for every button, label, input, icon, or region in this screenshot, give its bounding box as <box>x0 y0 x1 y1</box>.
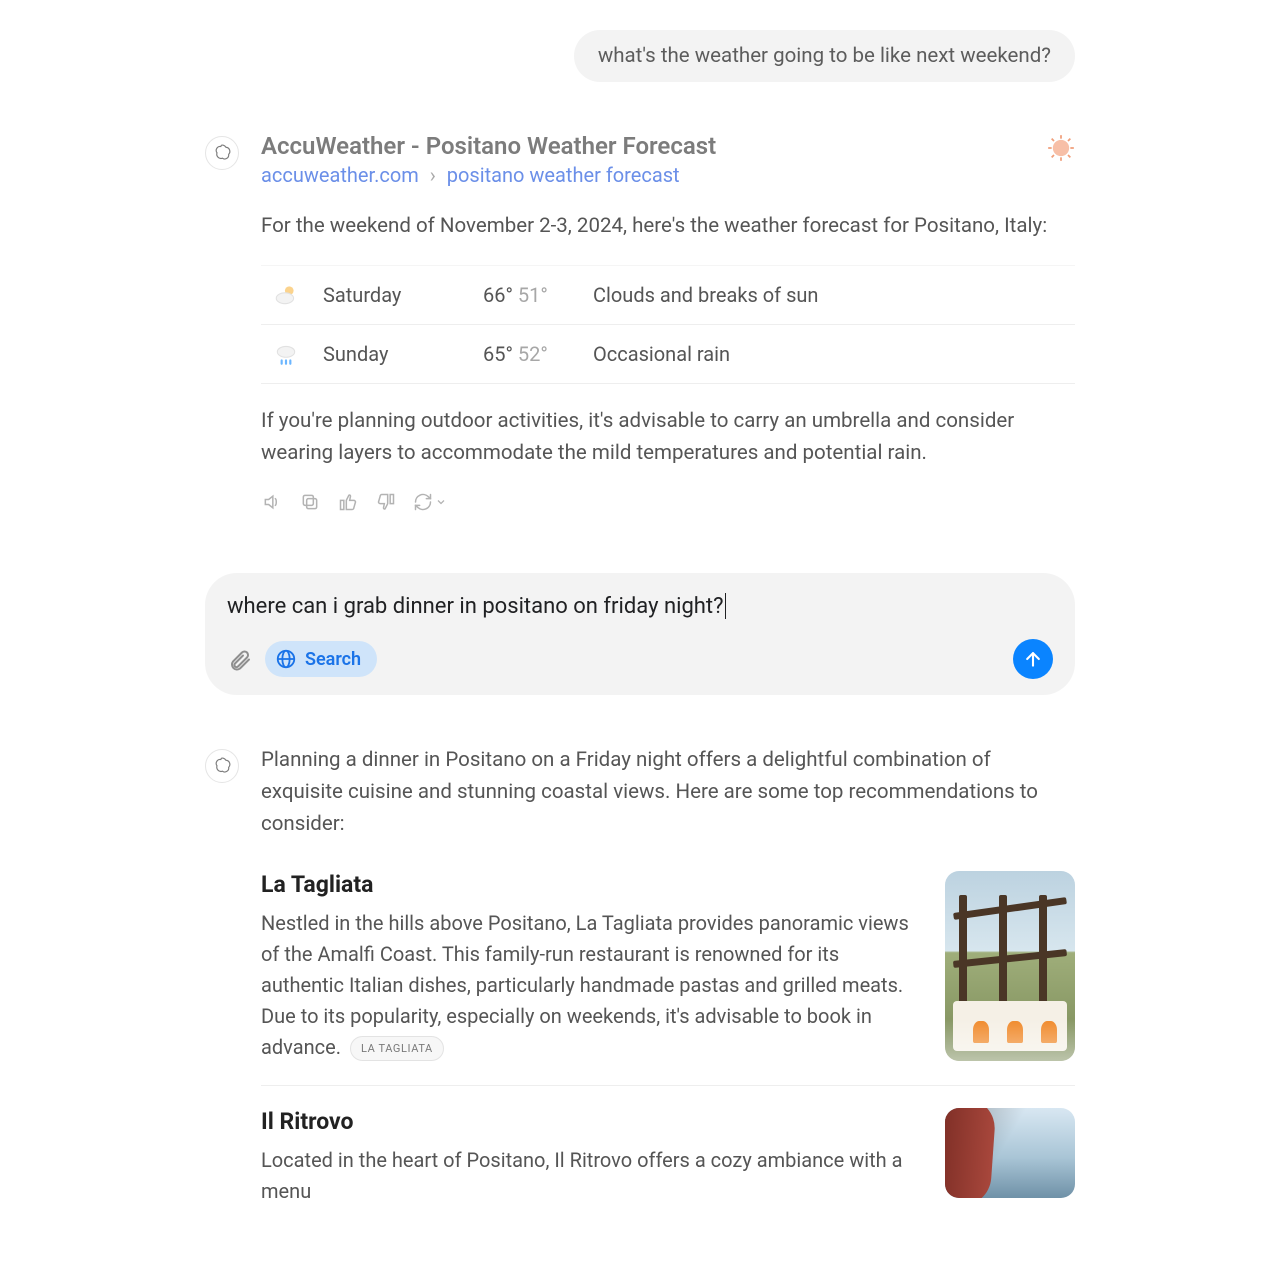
assistant-weather-block: AccuWeather - Positano Weather Forecast … <box>205 132 1075 513</box>
user-message: what's the weather going to be like next… <box>574 30 1075 82</box>
openai-icon <box>212 143 232 163</box>
rain-icon <box>261 341 311 367</box>
assistant-reco-block: Planning a dinner in Positano on a Frida… <box>205 745 1075 1250</box>
thumbs-down-button[interactable] <box>375 491 397 513</box>
copy-button[interactable] <box>299 491 321 513</box>
weather-intro: For the weekend of November 2-3, 2024, h… <box>261 211 1075 243</box>
search-chip[interactable]: Search <box>265 641 377 677</box>
reco-item-il-ritrovo: Il Ritrovo Located in the heart of Posit… <box>261 1108 1075 1229</box>
read-aloud-button[interactable] <box>261 491 283 513</box>
weather-table: Saturday 66° 51° Clouds and breaks of su… <box>261 265 1075 384</box>
globe-icon <box>275 648 297 670</box>
source-title: AccuWeather - Positano Weather Forecast <box>261 132 1075 160</box>
openai-icon <box>212 756 232 776</box>
partly-cloudy-icon <box>261 282 311 308</box>
message-composer[interactable]: where can i grab dinner in positano on f… <box>205 573 1075 695</box>
weather-day-label: Sunday <box>323 342 483 366</box>
chevron-down-icon <box>435 496 447 508</box>
weather-day-label: Saturday <box>323 283 483 307</box>
composer-text: where can i grab dinner in positano on f… <box>227 594 724 619</box>
citation-chip[interactable]: LA TAGLIATA <box>350 1036 444 1061</box>
message-actions <box>261 491 1075 513</box>
attach-button[interactable] <box>227 646 253 672</box>
weather-desc: Clouds and breaks of sun <box>593 283 818 307</box>
weather-low: 51° <box>518 283 548 307</box>
weather-high: 66° <box>483 283 513 307</box>
weather-advice: If you're planning outdoor activities, i… <box>261 406 1075 470</box>
source-page[interactable]: positano weather forecast <box>447 163 680 187</box>
weather-row-saturday: Saturday 66° 51° Clouds and breaks of su… <box>261 265 1075 325</box>
composer-toolbar: Search <box>227 639 1053 679</box>
reco-desc: Located in the heart of Positano, Il Rit… <box>261 1145 917 1207</box>
source-domain[interactable]: accuweather.com <box>261 163 419 187</box>
arrow-up-icon <box>1023 649 1043 669</box>
weather-temps: 65° 52° <box>483 342 593 366</box>
reco-title: La Tagliata <box>261 871 917 898</box>
user-message-row: what's the weather going to be like next… <box>205 30 1075 82</box>
weather-row-sunday: Sunday 65° 52° Occasional rain <box>261 325 1075 384</box>
assistant-avatar <box>205 136 239 170</box>
assistant-avatar <box>205 749 239 783</box>
weather-low: 52° <box>518 342 548 366</box>
thumbs-up-button[interactable] <box>337 491 359 513</box>
source-breadcrumb[interactable]: accuweather.com › positano weather forec… <box>261 163 1075 187</box>
reco-title: Il Ritrovo <box>261 1108 917 1135</box>
chevron-right-icon: › <box>430 163 436 187</box>
reco-image[interactable] <box>945 871 1075 1061</box>
reco-image[interactable] <box>945 1108 1075 1198</box>
send-button[interactable] <box>1013 639 1053 679</box>
search-chip-label: Search <box>305 649 361 670</box>
reco-item-la-tagliata: La Tagliata Nestled in the hills above P… <box>261 871 1075 1086</box>
reco-desc: Nestled in the hills above Positano, La … <box>261 908 917 1063</box>
reco-intro: Planning a dinner in Positano on a Frida… <box>261 745 1075 840</box>
composer-input[interactable]: where can i grab dinner in positano on f… <box>227 593 1053 619</box>
weather-desc: Occasional rain <box>593 342 730 366</box>
regenerate-button[interactable] <box>413 491 447 513</box>
text-caret <box>725 593 726 619</box>
chat-container: what's the weather going to be like next… <box>205 0 1075 1251</box>
sun-badge-icon <box>1047 134 1075 166</box>
weather-high: 65° <box>483 342 513 366</box>
weather-temps: 66° 51° <box>483 283 593 307</box>
